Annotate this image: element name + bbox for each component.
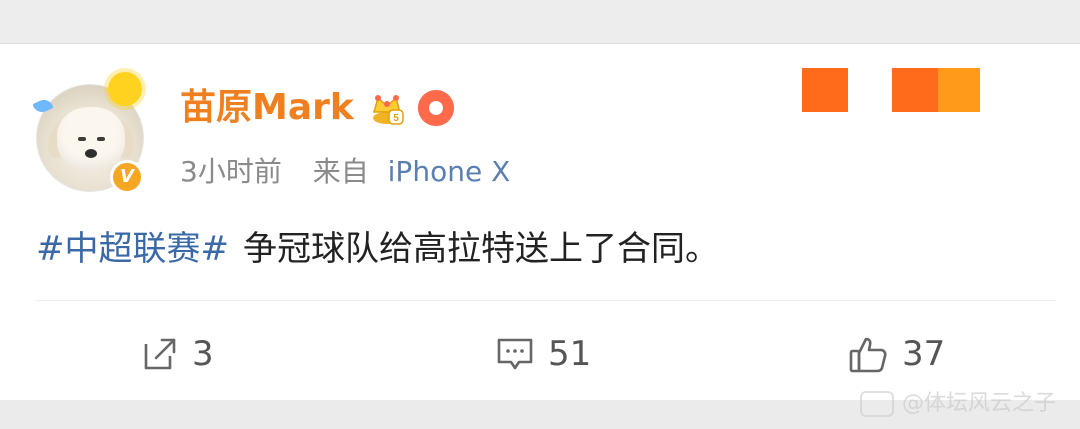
share-arrow-icon [144,338,176,370]
like-button[interactable]: 37 [846,324,945,384]
comment-bubble-icon [497,338,533,370]
badge-block [802,68,848,112]
post-meta: 3小时前 来自 iPhone X [180,152,510,192]
watermark-logo-icon [860,391,894,417]
post-action-bar: 3 51 37 [0,324,1080,384]
source-label: 来自 [312,155,369,188]
donut-badge-icon[interactable] [418,90,454,126]
like-count: 37 [902,334,946,374]
watermark-text: @体坛风云之子 [902,391,1057,416]
comment-count: 51 [548,334,592,374]
svg-text:5: 5 [393,113,399,124]
share-button[interactable]: 3 [140,324,214,384]
source-device[interactable]: iPhone X [388,155,511,188]
sun-decor-icon [108,72,142,106]
watermark: @体坛风云之子 [860,384,1070,424]
top-separator-strip [0,0,1080,44]
weibo-post-card: V 苗原Mark 5 3小时前 来自 iPhone X #中超联赛# 争冠球队给高… [0,44,1080,400]
badge-block [892,68,938,112]
dog-eye [97,137,105,141]
badge-block [938,68,980,112]
dog-head [57,107,125,169]
thumb-up-icon [849,337,887,373]
decorative-badge-blocks [802,68,982,112]
dog-eye [78,137,86,141]
author-name[interactable]: 苗原Mark [180,86,354,130]
share-count: 3 [192,334,214,374]
post-content: #中超联赛# 争冠球队给高拉特送上了合同。 [36,224,719,274]
verified-v-icon: V [110,160,144,194]
post-text: 争冠球队给高拉特送上了合同。 [242,229,719,269]
topic-tag-link[interactable]: #中超联赛# [36,229,229,269]
crown-badge-icon[interactable]: 5 [368,90,406,126]
comment-button[interactable]: 51 [494,324,591,384]
dog-nose [85,149,97,158]
divider [36,300,1056,301]
post-time: 3小时前 [180,155,282,188]
